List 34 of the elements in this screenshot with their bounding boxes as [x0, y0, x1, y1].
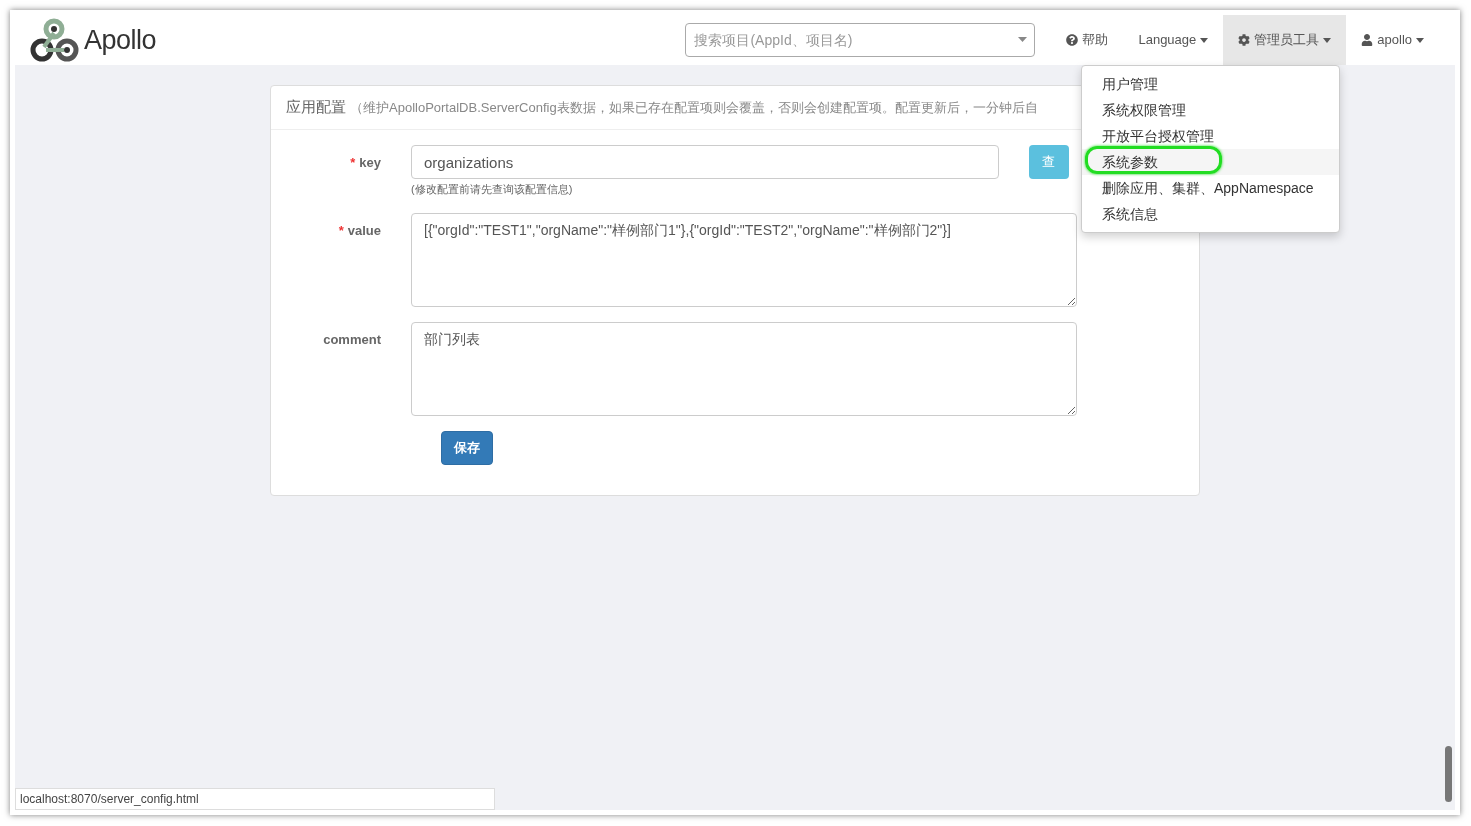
settings-icon — [1238, 34, 1251, 46]
user-icon — [1361, 34, 1374, 46]
save-button[interactable]: 保存 — [441, 430, 493, 465]
nav-menu-item[interactable]: Language — [1123, 15, 1224, 65]
help-icon — [1066, 34, 1079, 46]
field-label: key — [359, 154, 381, 172]
nav-menu-item[interactable]: 帮助 — [1051, 15, 1124, 65]
logo-icon — [30, 17, 80, 63]
help-text: (修改配置前请先查询该配置信息) — [411, 182, 574, 197]
menu-item[interactable]: 系统参数 — [1082, 149, 1339, 175]
caret-icon — [1416, 37, 1424, 43]
caret-icon — [1200, 37, 1209, 43]
required-mark: * — [350, 154, 356, 172]
panel-title: 应用配置 — [286, 97, 346, 118]
menu-item[interactable]: 开放平台授权管理 — [1082, 123, 1339, 149]
search-field[interactable]: 搜索项目(AppId、项目名) — [685, 23, 1036, 57]
brand-name: Apollo — [84, 23, 157, 57]
panel-subtitle: （维护ApolloPortalDB.ServerConfig表数据，如果已存在配置项则会覆盖，否则会创建配置项。配置更新后，一分钟后自 — [350, 98, 1038, 117]
field-label: value — [347, 221, 381, 240]
menu-item[interactable]: 用户管理 — [1082, 71, 1339, 97]
menu-item[interactable]: 系统信息 — [1082, 201, 1339, 227]
nav-menu-item[interactable]: 管理员工具 — [1223, 15, 1347, 65]
nav-menu-item[interactable]: apollo — [1346, 15, 1439, 65]
required-mark: * — [338, 221, 344, 240]
caret-icon — [1323, 37, 1332, 43]
text-area[interactable]: 部门列表 — [411, 321, 1077, 416]
scrollbar — [1445, 746, 1452, 802]
menu-item[interactable]: 系统权限管理 — [1082, 97, 1339, 123]
key-input[interactable]: organizations — [411, 145, 999, 179]
text-area[interactable]: [{"orgId":"TEST1","orgName":"样例部门1"},{"orgId":"TEST2","orgName":"样例部门2"}] — [411, 212, 1077, 307]
field-label: comment — [323, 330, 381, 349]
menu-item[interactable]: 删除应用、集群、AppNamespace — [1082, 175, 1339, 201]
dropdown-arrow-icon — [1018, 37, 1028, 42]
status-url: localhost:8070/server_config.html — [15, 788, 495, 810]
